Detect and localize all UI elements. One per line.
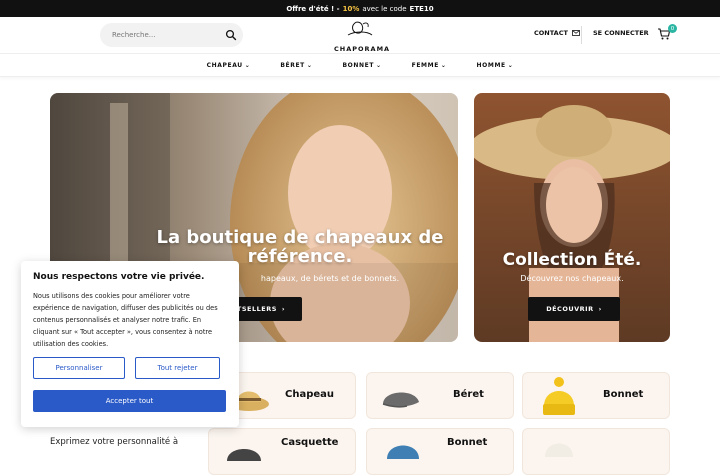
header-divider <box>581 26 582 44</box>
promo-bar: Offre d'été ! - 10% avec le code ETE10 <box>0 0 720 17</box>
nav-label: BONNET <box>342 61 375 69</box>
category-tile-bonnet[interactable]: Bonnet <box>522 372 670 419</box>
nav-label: CHAPEAU <box>206 61 243 69</box>
cap-image <box>227 449 261 461</box>
signin-link[interactable]: SE CONNECTER <box>593 29 649 37</box>
hero-title-line1: La boutique de chapeaux de <box>156 227 444 248</box>
hero-cta-label: TSELLERS <box>236 305 277 313</box>
promo-text-2: avec le code <box>362 4 407 13</box>
discover-label: DÉCOUVRIR <box>546 305 594 313</box>
category-tile-casquette[interactable]: Casquette <box>208 428 356 475</box>
signin-label: SE CONNECTER <box>593 29 649 37</box>
white-hat-image <box>545 443 573 457</box>
logo-brand-name: CHAPORAMA <box>334 45 391 53</box>
nav-item-chapeau[interactable]: CHAPEAU ⌄ <box>207 62 251 69</box>
chevron-down-icon: ⌄ <box>376 61 382 69</box>
contact-link[interactable]: CONTACT <box>534 29 580 37</box>
nav-item-femme[interactable]: FEMME ⌄ <box>412 62 447 69</box>
chevron-down-icon: ⌄ <box>306 61 313 69</box>
search-input[interactable] <box>112 31 222 39</box>
hat-logo-icon <box>347 21 373 36</box>
nav-item-homme[interactable]: HOMME ⌄ <box>477 62 514 69</box>
nav-item-bonnet[interactable]: BONNET ⌄ <box>343 62 382 69</box>
chevron-down-icon: ⌄ <box>507 61 514 69</box>
category-tile-partial[interactable] <box>522 428 670 475</box>
yellow-beanie-image <box>543 377 575 415</box>
search-icon[interactable] <box>225 29 237 41</box>
cart-count-badge: 0 <box>668 24 677 33</box>
chevron-down-icon: ⌄ <box>244 61 251 69</box>
reject-all-button[interactable]: Tout rejeter <box>135 357 220 379</box>
chevron-down-icon: ⌄ <box>440 61 447 69</box>
category-tile-beret[interactable]: Béret <box>366 372 514 419</box>
nav-label: HOMME <box>476 61 506 69</box>
cookie-consent-dialog: Nous respectons votre vie privée. Nous u… <box>21 261 239 427</box>
category-label: Bonnet <box>447 437 488 448</box>
promo-text: Offre d'été ! - <box>286 4 340 13</box>
summer-title: Collection Été. <box>502 250 642 270</box>
promo-code: ETE10 <box>409 4 434 13</box>
discover-button[interactable]: DÉCOUVRIR › <box>528 297 620 321</box>
chevron-right-icon: › <box>598 305 602 313</box>
cookie-text: Nous utilisons des cookies pour améliore… <box>33 292 218 348</box>
site-header: CHAPORAMA CONTACT SE CONNECTER 0 <box>0 17 720 53</box>
category-label: Casquette <box>281 437 339 448</box>
summer-subtitle: Découvrez nos chapeaux. <box>520 274 624 283</box>
contact-label: CONTACT <box>534 29 568 37</box>
flat-cap-image <box>382 392 419 408</box>
category-label: Bonnet <box>603 389 644 400</box>
blue-beanie-image <box>387 445 419 459</box>
search-bar[interactable] <box>100 23 243 47</box>
customize-button[interactable]: Personnaliser <box>33 357 125 379</box>
mail-icon <box>572 30 580 36</box>
chevron-right-icon: › <box>281 305 286 313</box>
category-tile-bonnet-2[interactable]: Bonnet <box>366 428 514 475</box>
nav-label: FEMME <box>411 61 439 69</box>
promo-discount: 10% <box>342 4 360 13</box>
category-label: Chapeau <box>285 389 335 400</box>
cookie-title: Nous respectons votre vie privée. <box>33 272 205 282</box>
nav-item-beret[interactable]: BÉRET ⌄ <box>280 62 312 69</box>
main-nav: CHAPEAU ⌄ BÉRET ⌄ BONNET ⌄ FEMME ⌄ HOMME ⌄ <box>0 53 720 77</box>
nav-label: BÉRET <box>280 61 305 69</box>
site-logo[interactable]: CHAPORAMA <box>334 20 391 53</box>
accept-all-button[interactable]: Accepter tout <box>33 390 226 412</box>
section-tagline: Exprimez votre personnalité à <box>50 437 179 447</box>
category-label: Béret <box>453 389 484 400</box>
cart-button[interactable]: 0 <box>657 24 677 42</box>
summer-collection-banner[interactable]: Collection Été. Découvrez nos chapeaux. … <box>474 93 670 342</box>
